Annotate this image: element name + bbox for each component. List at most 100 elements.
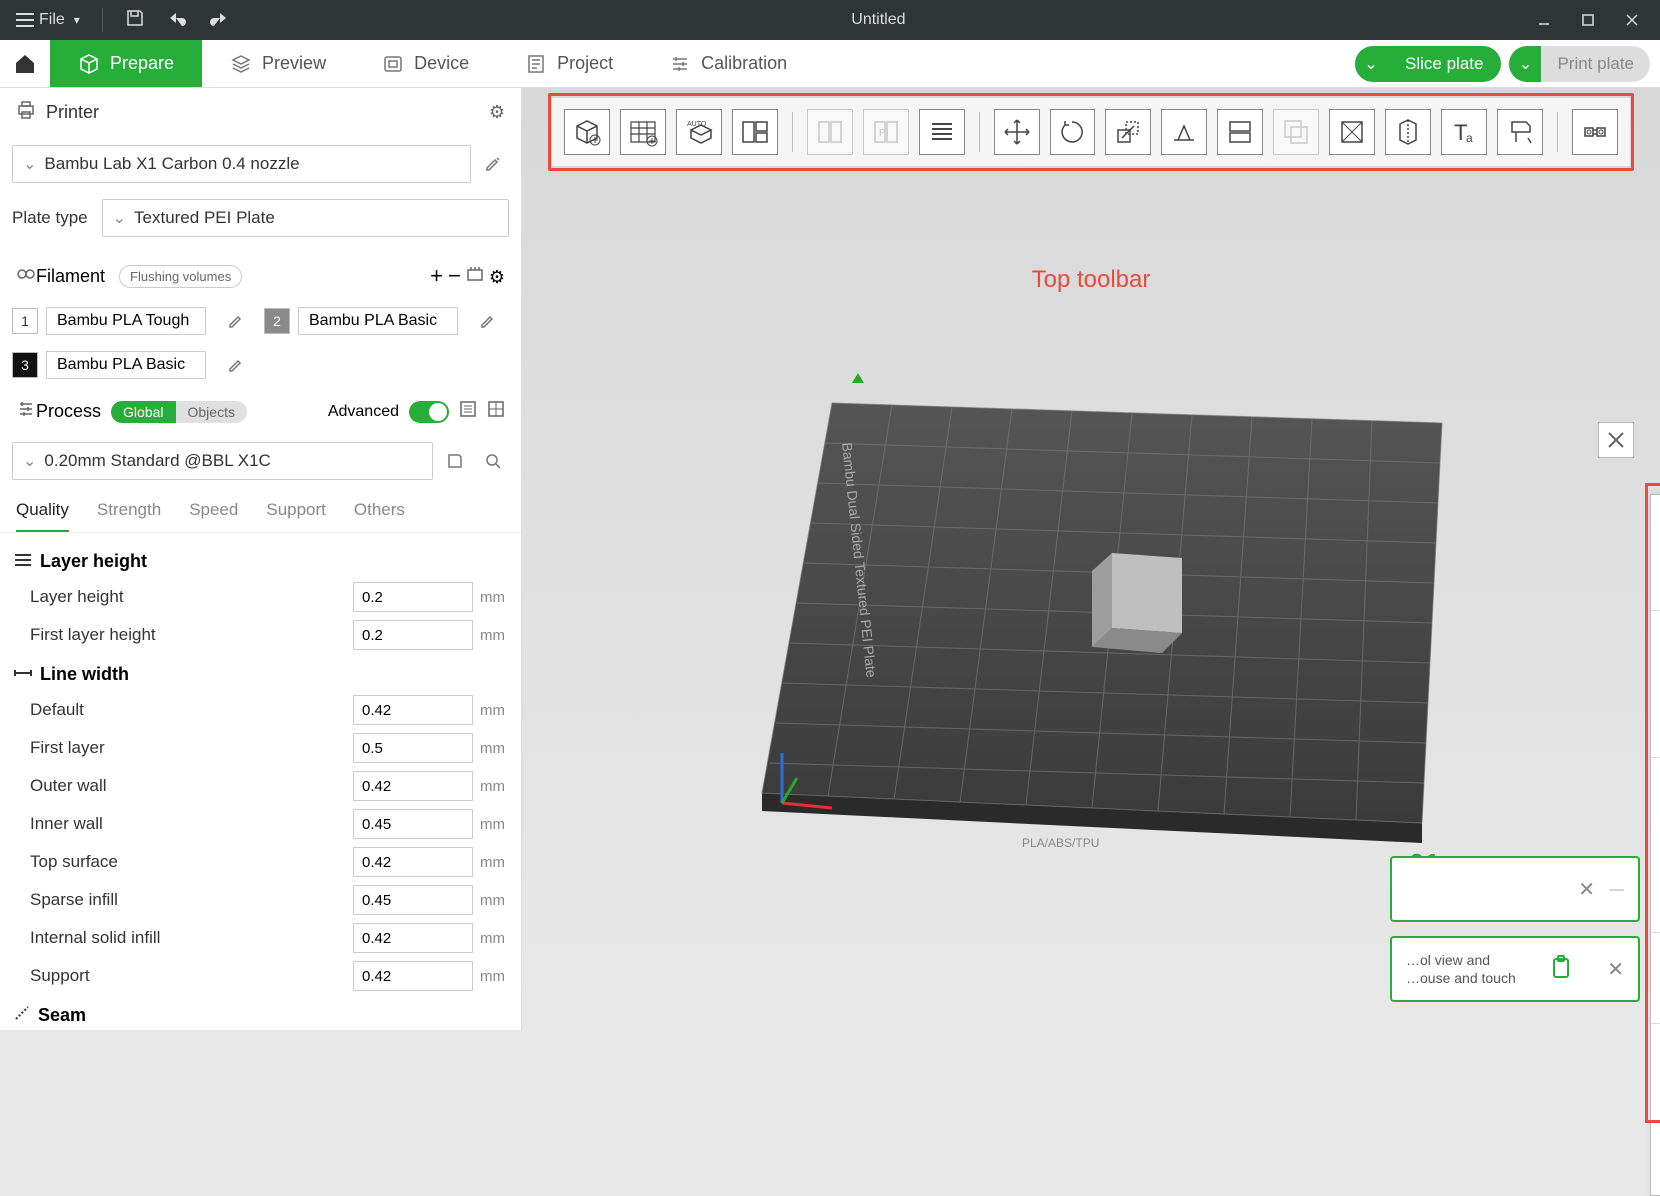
ctx-add-negative-part[interactable]: Add Negative Part▶ [1651,789,1660,817]
ctx-edit-process-settings[interactable]: Edit Process Settings [1651,964,1660,992]
ctx-add-support-enforcer[interactable]: Add Support Enforcer▶ [1651,873,1660,901]
filament-settings-icon[interactable]: ⚙ [489,267,505,287]
params-panel[interactable]: Layer height Layer height mmFirst layer … [0,533,521,1030]
sub-tab-quality[interactable]: Quality [16,494,69,532]
process-search-icon[interactable] [477,445,509,477]
undo-icon[interactable] [161,7,193,34]
slice-dropdown[interactable]: ⌄ [1355,46,1387,82]
color-paint-icon[interactable] [1497,109,1543,155]
maximize-button[interactable] [1566,0,1610,40]
param-input[interactable] [353,582,473,612]
text-tool-icon[interactable]: Ta [1441,109,1487,155]
ctx-export-as-stl-[interactable]: Export as STL... [1651,1083,1660,1111]
param-input[interactable] [353,809,473,839]
variable-height-icon[interactable] [919,109,965,155]
ctx-mirror[interactable]: Mirror▶ [1651,698,1660,726]
ctx-convert-from-inches[interactable]: Convert from Inches [1651,1111,1660,1139]
process-preset-selector[interactable]: 0.20mm Standard @BBL X1C [12,442,433,480]
ctx-convert-from-meters[interactable]: Convert from Meters [1651,1139,1660,1167]
clipboard-icon[interactable] [1550,955,1572,983]
arrange-icon[interactable] [732,109,778,155]
filament-add-icon[interactable]: + [430,263,443,288]
flushing-volumes-button[interactable]: Flushing volumes [119,265,242,288]
move-icon[interactable] [994,109,1040,155]
param-input[interactable] [353,620,473,650]
tab-project[interactable]: Project [497,40,641,87]
ctx-add-support-blocker[interactable]: Add Support Blocker▶ [1651,845,1660,873]
filament-name-3[interactable]: Bambu PLA Basic [46,351,206,379]
sub-tab-support[interactable]: Support [266,494,326,532]
lay-flat-icon[interactable] [1161,109,1207,155]
ctx-change-filament[interactable]: Change Filament▶ [1651,1167,1660,1195]
ctx-simplify-model[interactable]: Simplify Model [1651,579,1660,607]
tab-device[interactable]: Device [354,40,497,87]
param-input[interactable] [353,847,473,877]
add-plate-icon[interactable] [620,109,666,155]
process-scope-toggle[interactable]: Global Objects [111,401,247,423]
ctx-delete[interactable]: DeleteDel [1651,726,1660,754]
filament-swatch-1[interactable]: 1 [12,308,38,334]
tab-prepare[interactable]: Prepare [50,40,202,87]
filament-remove-icon[interactable]: − [448,263,461,288]
build-plate[interactable]: Bambu Dual Sided Textured PEI Plate PLA/… [742,353,1462,873]
minimize-button[interactable] [1522,0,1566,40]
support-paint-icon[interactable] [1329,109,1375,155]
param-input[interactable] [353,771,473,801]
minimize-notice-icon[interactable]: — [1609,881,1624,898]
auto-orient-icon[interactable]: AUTO [676,109,722,155]
ctx-add-modifier[interactable]: Add Modifier▶ [1651,817,1660,845]
home-button[interactable] [0,40,50,87]
tab-preview[interactable]: Preview [202,40,354,87]
advanced-toggle[interactable] [409,401,449,423]
param-input[interactable] [353,885,473,915]
save-icon[interactable] [119,6,151,35]
notice-close-icon[interactable]: ✕ [1607,957,1624,982]
ctx-fix-model[interactable]: Fix Model [1651,551,1660,579]
ctx-replace-with-stl[interactable]: Replace with STL [1651,1055,1660,1083]
ctx-printable[interactable]: Printable [1651,936,1660,964]
tab-calibration[interactable]: Calibration [641,40,815,87]
cut-icon[interactable] [1217,109,1263,155]
filament-name-1[interactable]: Bambu PLA Tough [46,307,206,335]
filament-swatch-2[interactable]: 2 [264,308,290,334]
close-button[interactable] [1610,0,1654,40]
scale-icon[interactable] [1105,109,1151,155]
rotate-icon[interactable] [1050,109,1096,155]
param-input[interactable] [353,695,473,725]
print-dropdown[interactable]: ⌄ [1509,46,1541,82]
assembly-icon[interactable] [1572,109,1618,155]
redo-icon[interactable] [203,7,235,34]
ctx-height-range-modifier[interactable]: Height Range Modifier [1651,901,1660,929]
seam-paint-icon[interactable] [1385,109,1431,155]
sub-tab-others[interactable]: Others [354,494,405,532]
viewport[interactable]: AUTO P Ta Top toolbar [522,88,1660,1030]
filament-edit-icon[interactable] [220,305,252,337]
process-compare-icon[interactable] [459,400,477,423]
filament-edit-icon[interactable] [472,305,504,337]
ctx-center[interactable]: Center [1651,642,1660,670]
ctx-add-part[interactable]: Add Part▶ [1651,761,1660,789]
printer-settings-icon[interactable]: ⚙ [489,102,505,123]
add-cube-icon[interactable] [564,109,610,155]
printer-edit-icon[interactable] [477,148,509,180]
filament-edit-icon[interactable] [220,349,252,381]
file-menu[interactable]: File [10,11,86,29]
param-input[interactable] [353,733,473,763]
plate-close-icon[interactable] [1598,422,1634,458]
process-table-icon[interactable] [487,400,505,423]
ctx-edit-in-parameter-table[interactable]: Edit in Parameter Table [1651,992,1660,1020]
ctx-clone[interactable]: Clone [1651,523,1660,551]
process-save-icon[interactable] [439,445,471,477]
ctx-fill-bed-with-copies[interactable]: Fill bed with copies [1651,495,1660,523]
slice-plate-button[interactable]: Slice plate [1387,46,1501,82]
filament-swatch-3[interactable]: 3 [12,352,38,378]
notice-close-icon[interactable]: ✕ [1578,877,1595,902]
filament-name-2[interactable]: Bambu PLA Basic [298,307,458,335]
param-input[interactable] [353,961,473,991]
filament-sync-icon[interactable] [466,267,484,287]
printer-selector[interactable]: Bambu Lab X1 Carbon 0.4 nozzle [12,145,471,183]
sub-tab-speed[interactable]: Speed [189,494,238,532]
sub-tab-strength[interactable]: Strength [97,494,161,532]
param-input[interactable] [353,923,473,953]
plate-type-selector[interactable]: Textured PEI Plate [102,199,509,237]
